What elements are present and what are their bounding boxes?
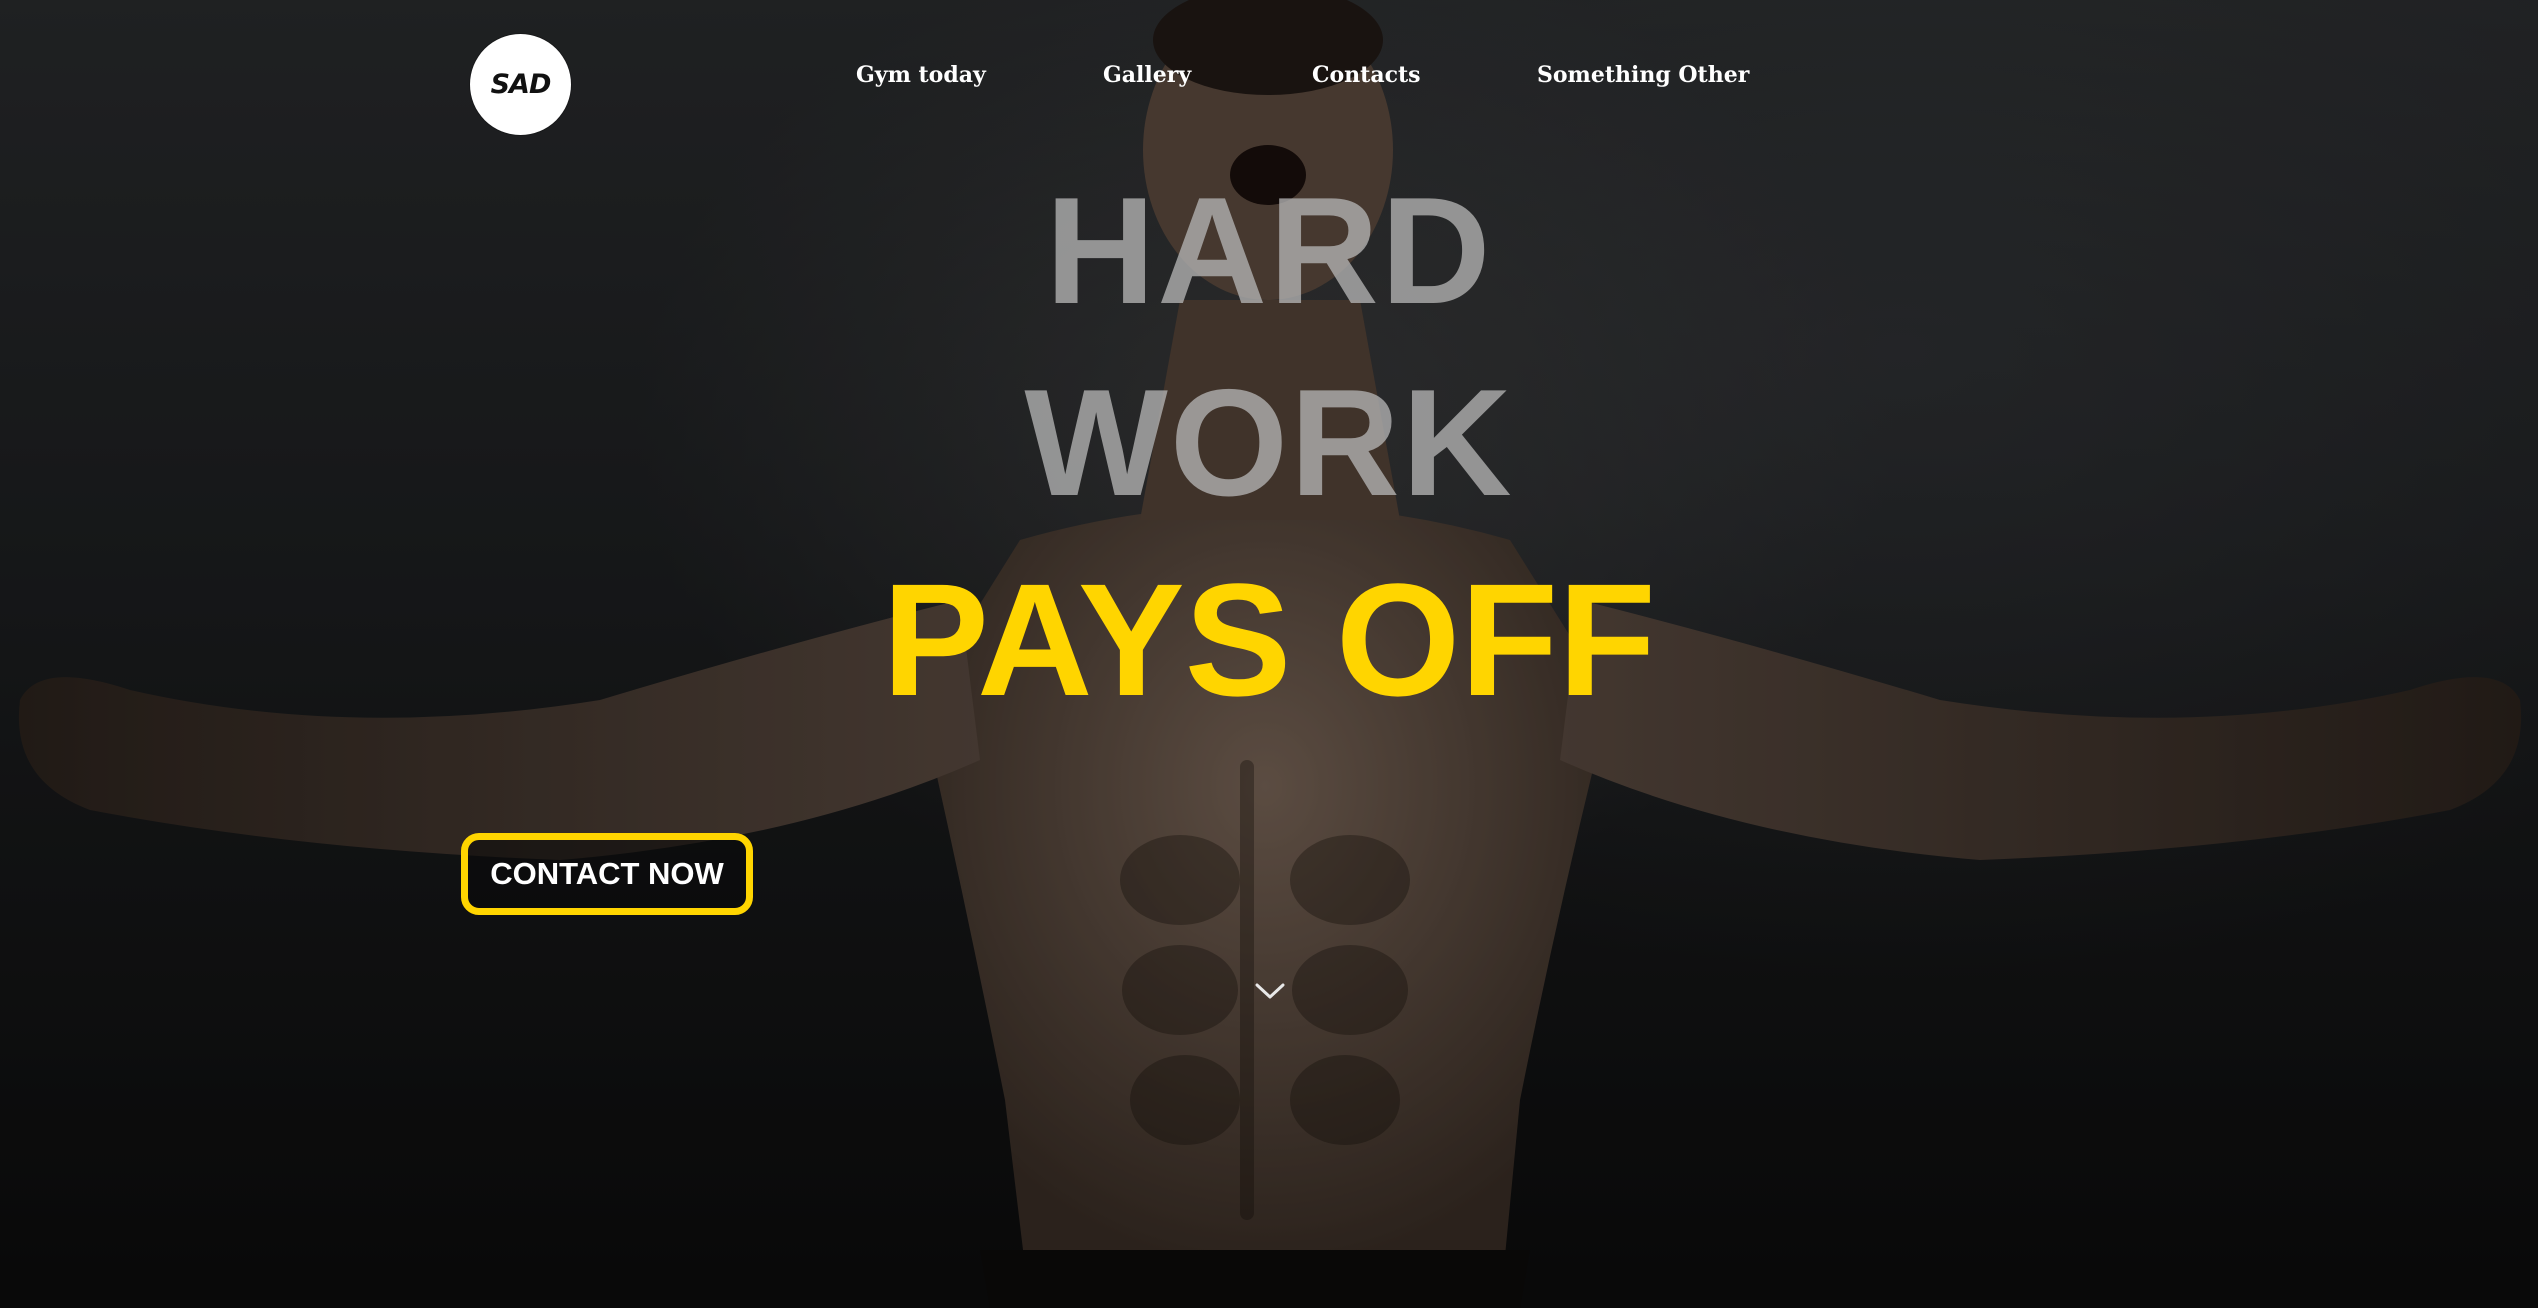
headline-line-3: PAYS OFF	[882, 550, 1656, 729]
chevron-down-icon[interactable]	[1253, 977, 1287, 1005]
main-nav: Gym today Gallery Contacts Something Oth…	[0, 62, 2538, 98]
nav-item-gym-today[interactable]: Gym today	[856, 62, 986, 88]
nav-item-something-other[interactable]: Something Other	[1537, 62, 1749, 88]
nav-item-contacts[interactable]: Contacts	[1312, 62, 1421, 88]
headline-line-2: WORK	[1024, 358, 1514, 528]
headline-line-1: HARD	[1045, 166, 1493, 336]
nav-item-gallery[interactable]: Gallery	[1103, 62, 1191, 88]
contact-now-button[interactable]: CONTACT NOW	[461, 833, 753, 915]
